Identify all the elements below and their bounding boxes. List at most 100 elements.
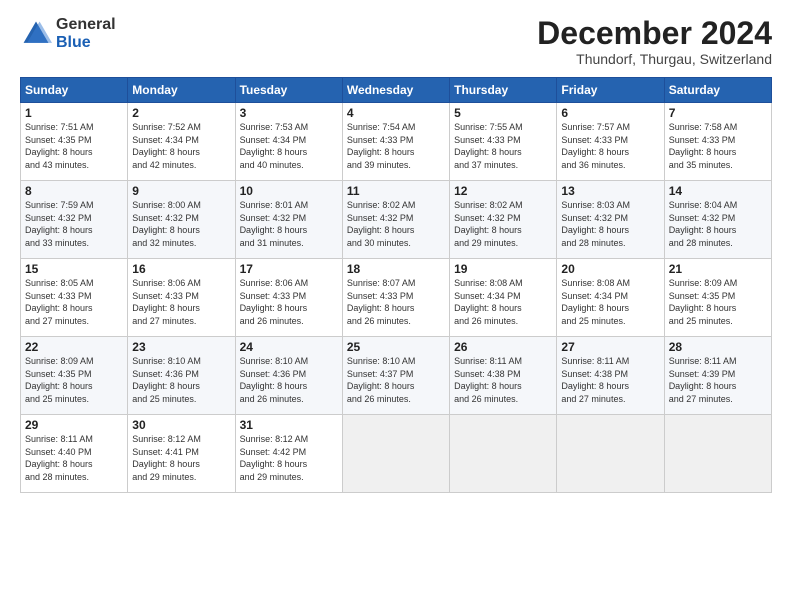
logo-blue: Blue: [56, 34, 116, 52]
calendar-cell: [557, 415, 664, 493]
col-tuesday: Tuesday: [235, 78, 342, 103]
day-info: Sunrise: 7:55 AM Sunset: 4:33 PM Dayligh…: [454, 121, 552, 171]
day-info: Sunrise: 8:02 AM Sunset: 4:32 PM Dayligh…: [454, 199, 552, 249]
day-info: Sunrise: 8:12 AM Sunset: 4:42 PM Dayligh…: [240, 433, 338, 483]
day-info: Sunrise: 8:06 AM Sunset: 4:33 PM Dayligh…: [132, 277, 230, 327]
location-subtitle: Thundorf, Thurgau, Switzerland: [537, 51, 772, 67]
day-number: 8: [25, 184, 123, 198]
calendar-cell: [450, 415, 557, 493]
day-info: Sunrise: 8:10 AM Sunset: 4:37 PM Dayligh…: [347, 355, 445, 405]
calendar-cell: 21Sunrise: 8:09 AM Sunset: 4:35 PM Dayli…: [664, 259, 771, 337]
day-number: 4: [347, 106, 445, 120]
calendar-cell: 23Sunrise: 8:10 AM Sunset: 4:36 PM Dayli…: [128, 337, 235, 415]
calendar-week-2: 8Sunrise: 7:59 AM Sunset: 4:32 PM Daylig…: [21, 181, 772, 259]
calendar-week-3: 15Sunrise: 8:05 AM Sunset: 4:33 PM Dayli…: [21, 259, 772, 337]
calendar-cell: 16Sunrise: 8:06 AM Sunset: 4:33 PM Dayli…: [128, 259, 235, 337]
calendar-cell: [342, 415, 449, 493]
col-saturday: Saturday: [664, 78, 771, 103]
day-info: Sunrise: 8:11 AM Sunset: 4:38 PM Dayligh…: [561, 355, 659, 405]
calendar-cell: 8Sunrise: 7:59 AM Sunset: 4:32 PM Daylig…: [21, 181, 128, 259]
day-info: Sunrise: 8:07 AM Sunset: 4:33 PM Dayligh…: [347, 277, 445, 327]
day-info: Sunrise: 7:53 AM Sunset: 4:34 PM Dayligh…: [240, 121, 338, 171]
day-number: 7: [669, 106, 767, 120]
day-info: Sunrise: 8:11 AM Sunset: 4:40 PM Dayligh…: [25, 433, 123, 483]
day-number: 14: [669, 184, 767, 198]
day-info: Sunrise: 8:11 AM Sunset: 4:39 PM Dayligh…: [669, 355, 767, 405]
day-number: 18: [347, 262, 445, 276]
day-number: 9: [132, 184, 230, 198]
calendar-cell: 27Sunrise: 8:11 AM Sunset: 4:38 PM Dayli…: [557, 337, 664, 415]
day-info: Sunrise: 8:05 AM Sunset: 4:33 PM Dayligh…: [25, 277, 123, 327]
logo-icon: [20, 18, 52, 50]
calendar-cell: 30Sunrise: 8:12 AM Sunset: 4:41 PM Dayli…: [128, 415, 235, 493]
calendar-cell: 29Sunrise: 8:11 AM Sunset: 4:40 PM Dayli…: [21, 415, 128, 493]
calendar-cell: 7Sunrise: 7:58 AM Sunset: 4:33 PM Daylig…: [664, 103, 771, 181]
day-number: 1: [25, 106, 123, 120]
day-number: 6: [561, 106, 659, 120]
day-number: 27: [561, 340, 659, 354]
day-number: 16: [132, 262, 230, 276]
col-monday: Monday: [128, 78, 235, 103]
calendar-cell: 13Sunrise: 8:03 AM Sunset: 4:32 PM Dayli…: [557, 181, 664, 259]
calendar-cell: 9Sunrise: 8:00 AM Sunset: 4:32 PM Daylig…: [128, 181, 235, 259]
day-number: 20: [561, 262, 659, 276]
calendar-week-4: 22Sunrise: 8:09 AM Sunset: 4:35 PM Dayli…: [21, 337, 772, 415]
calendar-cell: 1Sunrise: 7:51 AM Sunset: 4:35 PM Daylig…: [21, 103, 128, 181]
day-info: Sunrise: 8:08 AM Sunset: 4:34 PM Dayligh…: [561, 277, 659, 327]
month-title: December 2024: [537, 16, 772, 51]
day-info: Sunrise: 8:09 AM Sunset: 4:35 PM Dayligh…: [669, 277, 767, 327]
day-number: 22: [25, 340, 123, 354]
calendar-cell: 19Sunrise: 8:08 AM Sunset: 4:34 PM Dayli…: [450, 259, 557, 337]
col-friday: Friday: [557, 78, 664, 103]
col-thursday: Thursday: [450, 78, 557, 103]
day-number: 13: [561, 184, 659, 198]
calendar-cell: 22Sunrise: 8:09 AM Sunset: 4:35 PM Dayli…: [21, 337, 128, 415]
day-number: 19: [454, 262, 552, 276]
day-info: Sunrise: 7:59 AM Sunset: 4:32 PM Dayligh…: [25, 199, 123, 249]
day-number: 12: [454, 184, 552, 198]
day-number: 21: [669, 262, 767, 276]
day-info: Sunrise: 8:11 AM Sunset: 4:38 PM Dayligh…: [454, 355, 552, 405]
calendar-cell: 2Sunrise: 7:52 AM Sunset: 4:34 PM Daylig…: [128, 103, 235, 181]
calendar-cell: 15Sunrise: 8:05 AM Sunset: 4:33 PM Dayli…: [21, 259, 128, 337]
calendar-cell: 3Sunrise: 7:53 AM Sunset: 4:34 PM Daylig…: [235, 103, 342, 181]
calendar-cell: 4Sunrise: 7:54 AM Sunset: 4:33 PM Daylig…: [342, 103, 449, 181]
page-container: General Blue December 2024 Thundorf, Thu…: [0, 0, 792, 505]
calendar-cell: 11Sunrise: 8:02 AM Sunset: 4:32 PM Dayli…: [342, 181, 449, 259]
day-info: Sunrise: 7:52 AM Sunset: 4:34 PM Dayligh…: [132, 121, 230, 171]
calendar-cell: 31Sunrise: 8:12 AM Sunset: 4:42 PM Dayli…: [235, 415, 342, 493]
day-info: Sunrise: 8:01 AM Sunset: 4:32 PM Dayligh…: [240, 199, 338, 249]
calendar-cell: 28Sunrise: 8:11 AM Sunset: 4:39 PM Dayli…: [664, 337, 771, 415]
calendar-cell: 5Sunrise: 7:55 AM Sunset: 4:33 PM Daylig…: [450, 103, 557, 181]
calendar-cell: 24Sunrise: 8:10 AM Sunset: 4:36 PM Dayli…: [235, 337, 342, 415]
day-number: 17: [240, 262, 338, 276]
calendar-cell: 14Sunrise: 8:04 AM Sunset: 4:32 PM Dayli…: [664, 181, 771, 259]
calendar-cell: 26Sunrise: 8:11 AM Sunset: 4:38 PM Dayli…: [450, 337, 557, 415]
calendar-cell: 12Sunrise: 8:02 AM Sunset: 4:32 PM Dayli…: [450, 181, 557, 259]
calendar-table: Sunday Monday Tuesday Wednesday Thursday…: [20, 77, 772, 493]
calendar-cell: 6Sunrise: 7:57 AM Sunset: 4:33 PM Daylig…: [557, 103, 664, 181]
day-info: Sunrise: 8:08 AM Sunset: 4:34 PM Dayligh…: [454, 277, 552, 327]
day-info: Sunrise: 7:57 AM Sunset: 4:33 PM Dayligh…: [561, 121, 659, 171]
calendar-cell: 10Sunrise: 8:01 AM Sunset: 4:32 PM Dayli…: [235, 181, 342, 259]
calendar-week-5: 29Sunrise: 8:11 AM Sunset: 4:40 PM Dayli…: [21, 415, 772, 493]
day-number: 29: [25, 418, 123, 432]
day-number: 25: [347, 340, 445, 354]
day-info: Sunrise: 7:54 AM Sunset: 4:33 PM Dayligh…: [347, 121, 445, 171]
day-info: Sunrise: 8:02 AM Sunset: 4:32 PM Dayligh…: [347, 199, 445, 249]
logo-text: General Blue: [56, 16, 116, 51]
calendar-cell: 17Sunrise: 8:06 AM Sunset: 4:33 PM Dayli…: [235, 259, 342, 337]
day-number: 15: [25, 262, 123, 276]
day-info: Sunrise: 7:58 AM Sunset: 4:33 PM Dayligh…: [669, 121, 767, 171]
day-number: 30: [132, 418, 230, 432]
calendar-week-1: 1Sunrise: 7:51 AM Sunset: 4:35 PM Daylig…: [21, 103, 772, 181]
header: General Blue December 2024 Thundorf, Thu…: [20, 16, 772, 67]
header-row: Sunday Monday Tuesday Wednesday Thursday…: [21, 78, 772, 103]
day-info: Sunrise: 7:51 AM Sunset: 4:35 PM Dayligh…: [25, 121, 123, 171]
day-number: 5: [454, 106, 552, 120]
day-info: Sunrise: 8:10 AM Sunset: 4:36 PM Dayligh…: [132, 355, 230, 405]
logo: General Blue: [20, 16, 116, 51]
calendar-cell: 18Sunrise: 8:07 AM Sunset: 4:33 PM Dayli…: [342, 259, 449, 337]
day-info: Sunrise: 8:03 AM Sunset: 4:32 PM Dayligh…: [561, 199, 659, 249]
day-number: 11: [347, 184, 445, 198]
